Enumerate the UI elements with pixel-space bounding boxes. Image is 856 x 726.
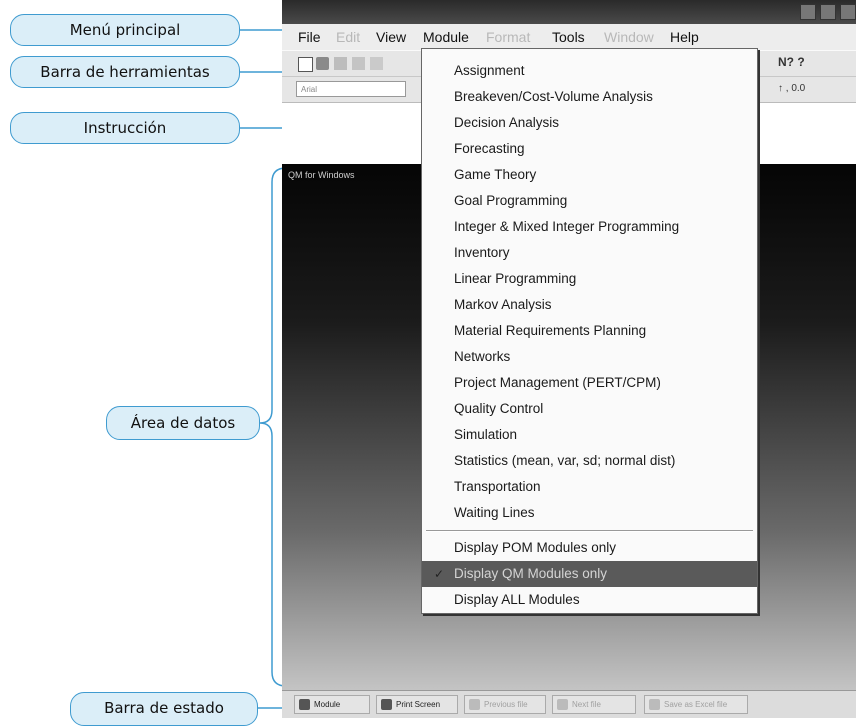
menu-help[interactable]: Help bbox=[670, 29, 699, 45]
module-menu-item[interactable]: Breakeven/Cost-Volume Analysis bbox=[422, 84, 757, 110]
module-menu-item[interactable]: Linear Programming bbox=[422, 266, 757, 292]
main-menu-bar: File Edit View Module Format Tools Windo… bbox=[282, 24, 856, 50]
checkmark-icon: ✓ bbox=[434, 567, 445, 581]
display-pom-modules-option[interactable]: Display POM Modules only bbox=[422, 535, 757, 561]
module-menu-item[interactable]: Networks bbox=[422, 344, 757, 370]
module-menu-item[interactable]: Decision Analysis bbox=[422, 110, 757, 136]
open-folder-icon[interactable] bbox=[316, 57, 329, 70]
callout-main-menu-text: Menú principal bbox=[69, 21, 181, 39]
module-menu-item[interactable]: Statistics (mean, var, sd; normal dist) bbox=[422, 448, 757, 474]
help-icon[interactable]: N? ? bbox=[778, 55, 805, 69]
module-menu-item[interactable]: Game Theory bbox=[422, 162, 757, 188]
app-window: File Edit View Module Format Tools Windo… bbox=[282, 0, 856, 718]
print-icon[interactable] bbox=[352, 57, 365, 70]
status-next-file-label: Next file bbox=[572, 700, 601, 709]
module-menu-item[interactable]: Transportation bbox=[422, 474, 757, 500]
callout-data-area-text: Área de datos bbox=[130, 414, 236, 432]
status-module-label: Module bbox=[314, 700, 341, 709]
number-format-icon[interactable]: ↑ , 0.0 bbox=[778, 83, 805, 94]
module-menu-item[interactable]: Quality Control bbox=[422, 396, 757, 422]
display-all-modules-option[interactable]: Display ALL Modules bbox=[422, 587, 757, 613]
callout-status-bar: Barra de estado bbox=[70, 692, 258, 726]
menu-separator bbox=[426, 530, 753, 532]
module-menu-item[interactable]: Goal Programming bbox=[422, 188, 757, 214]
status-save-excel-label: Save as Excel file bbox=[664, 700, 728, 709]
print-screen-icon bbox=[381, 699, 392, 710]
excel-icon bbox=[649, 699, 660, 710]
module-icon bbox=[299, 699, 310, 710]
next-file-icon bbox=[557, 699, 568, 710]
module-menu-item[interactable]: Markov Analysis bbox=[422, 292, 757, 318]
status-module-button[interactable]: Module bbox=[294, 695, 370, 714]
callout-main-menu: Menú principal bbox=[10, 14, 240, 46]
status-previous-file-button[interactable]: Previous file bbox=[464, 695, 546, 714]
status-next-file-button[interactable]: Next file bbox=[552, 695, 636, 714]
close-button[interactable] bbox=[840, 4, 856, 20]
minimize-button[interactable] bbox=[800, 4, 816, 20]
save-icon[interactable] bbox=[334, 57, 347, 70]
module-menu-item[interactable]: Simulation bbox=[422, 422, 757, 448]
menu-window[interactable]: Window bbox=[604, 29, 654, 45]
module-menu-item[interactable]: Integer & Mixed Integer Programming bbox=[422, 214, 757, 240]
status-bar: Module Print Screen Previous file Next f… bbox=[282, 690, 856, 718]
callout-toolbar: Barra de herramientas bbox=[10, 56, 240, 88]
menu-format[interactable]: Format bbox=[486, 29, 530, 45]
module-menu-item[interactable]: Project Management (PERT/CPM) bbox=[422, 370, 757, 396]
menu-module[interactable]: Module bbox=[423, 29, 469, 45]
previous-file-icon bbox=[469, 699, 480, 710]
font-select[interactable]: Arial bbox=[296, 81, 406, 97]
status-print-screen-button[interactable]: Print Screen bbox=[376, 695, 458, 714]
menu-view[interactable]: View bbox=[376, 29, 406, 45]
module-menu-item[interactable]: Material Requirements Planning bbox=[422, 318, 757, 344]
display-option-label: Display ALL Modules bbox=[454, 592, 580, 607]
module-menu-item[interactable]: Assignment bbox=[422, 58, 757, 84]
menu-file[interactable]: File bbox=[298, 29, 321, 45]
copy-icon[interactable] bbox=[370, 57, 383, 70]
maximize-button[interactable] bbox=[820, 4, 836, 20]
data-area-caption: QM for Windows bbox=[288, 170, 355, 180]
status-previous-file-label: Previous file bbox=[484, 700, 528, 709]
module-menu-item[interactable]: Waiting Lines bbox=[422, 500, 757, 526]
callout-instruction-text: Instrucción bbox=[83, 119, 167, 137]
callout-status-bar-text: Barra de estado bbox=[104, 699, 224, 717]
callout-instruction: Instrucción bbox=[10, 112, 240, 144]
display-option-label: Display QM Modules only bbox=[454, 566, 608, 581]
module-menu-item[interactable]: Forecasting bbox=[422, 136, 757, 162]
callout-data-area: Área de datos bbox=[106, 406, 260, 440]
new-file-icon[interactable] bbox=[298, 57, 313, 72]
display-qm-modules-option[interactable]: ✓ Display QM Modules only bbox=[422, 561, 757, 587]
menu-tools[interactable]: Tools bbox=[552, 29, 585, 45]
module-menu-item[interactable]: Inventory bbox=[422, 240, 757, 266]
callout-toolbar-text: Barra de herramientas bbox=[40, 63, 210, 81]
title-bar bbox=[282, 0, 856, 24]
module-dropdown-menu: Assignment Breakeven/Cost-Volume Analysi… bbox=[421, 48, 758, 614]
display-option-label: Display POM Modules only bbox=[454, 540, 617, 555]
status-save-excel-button[interactable]: Save as Excel file bbox=[644, 695, 748, 714]
menu-edit[interactable]: Edit bbox=[336, 29, 360, 45]
status-print-screen-label: Print Screen bbox=[396, 700, 441, 709]
